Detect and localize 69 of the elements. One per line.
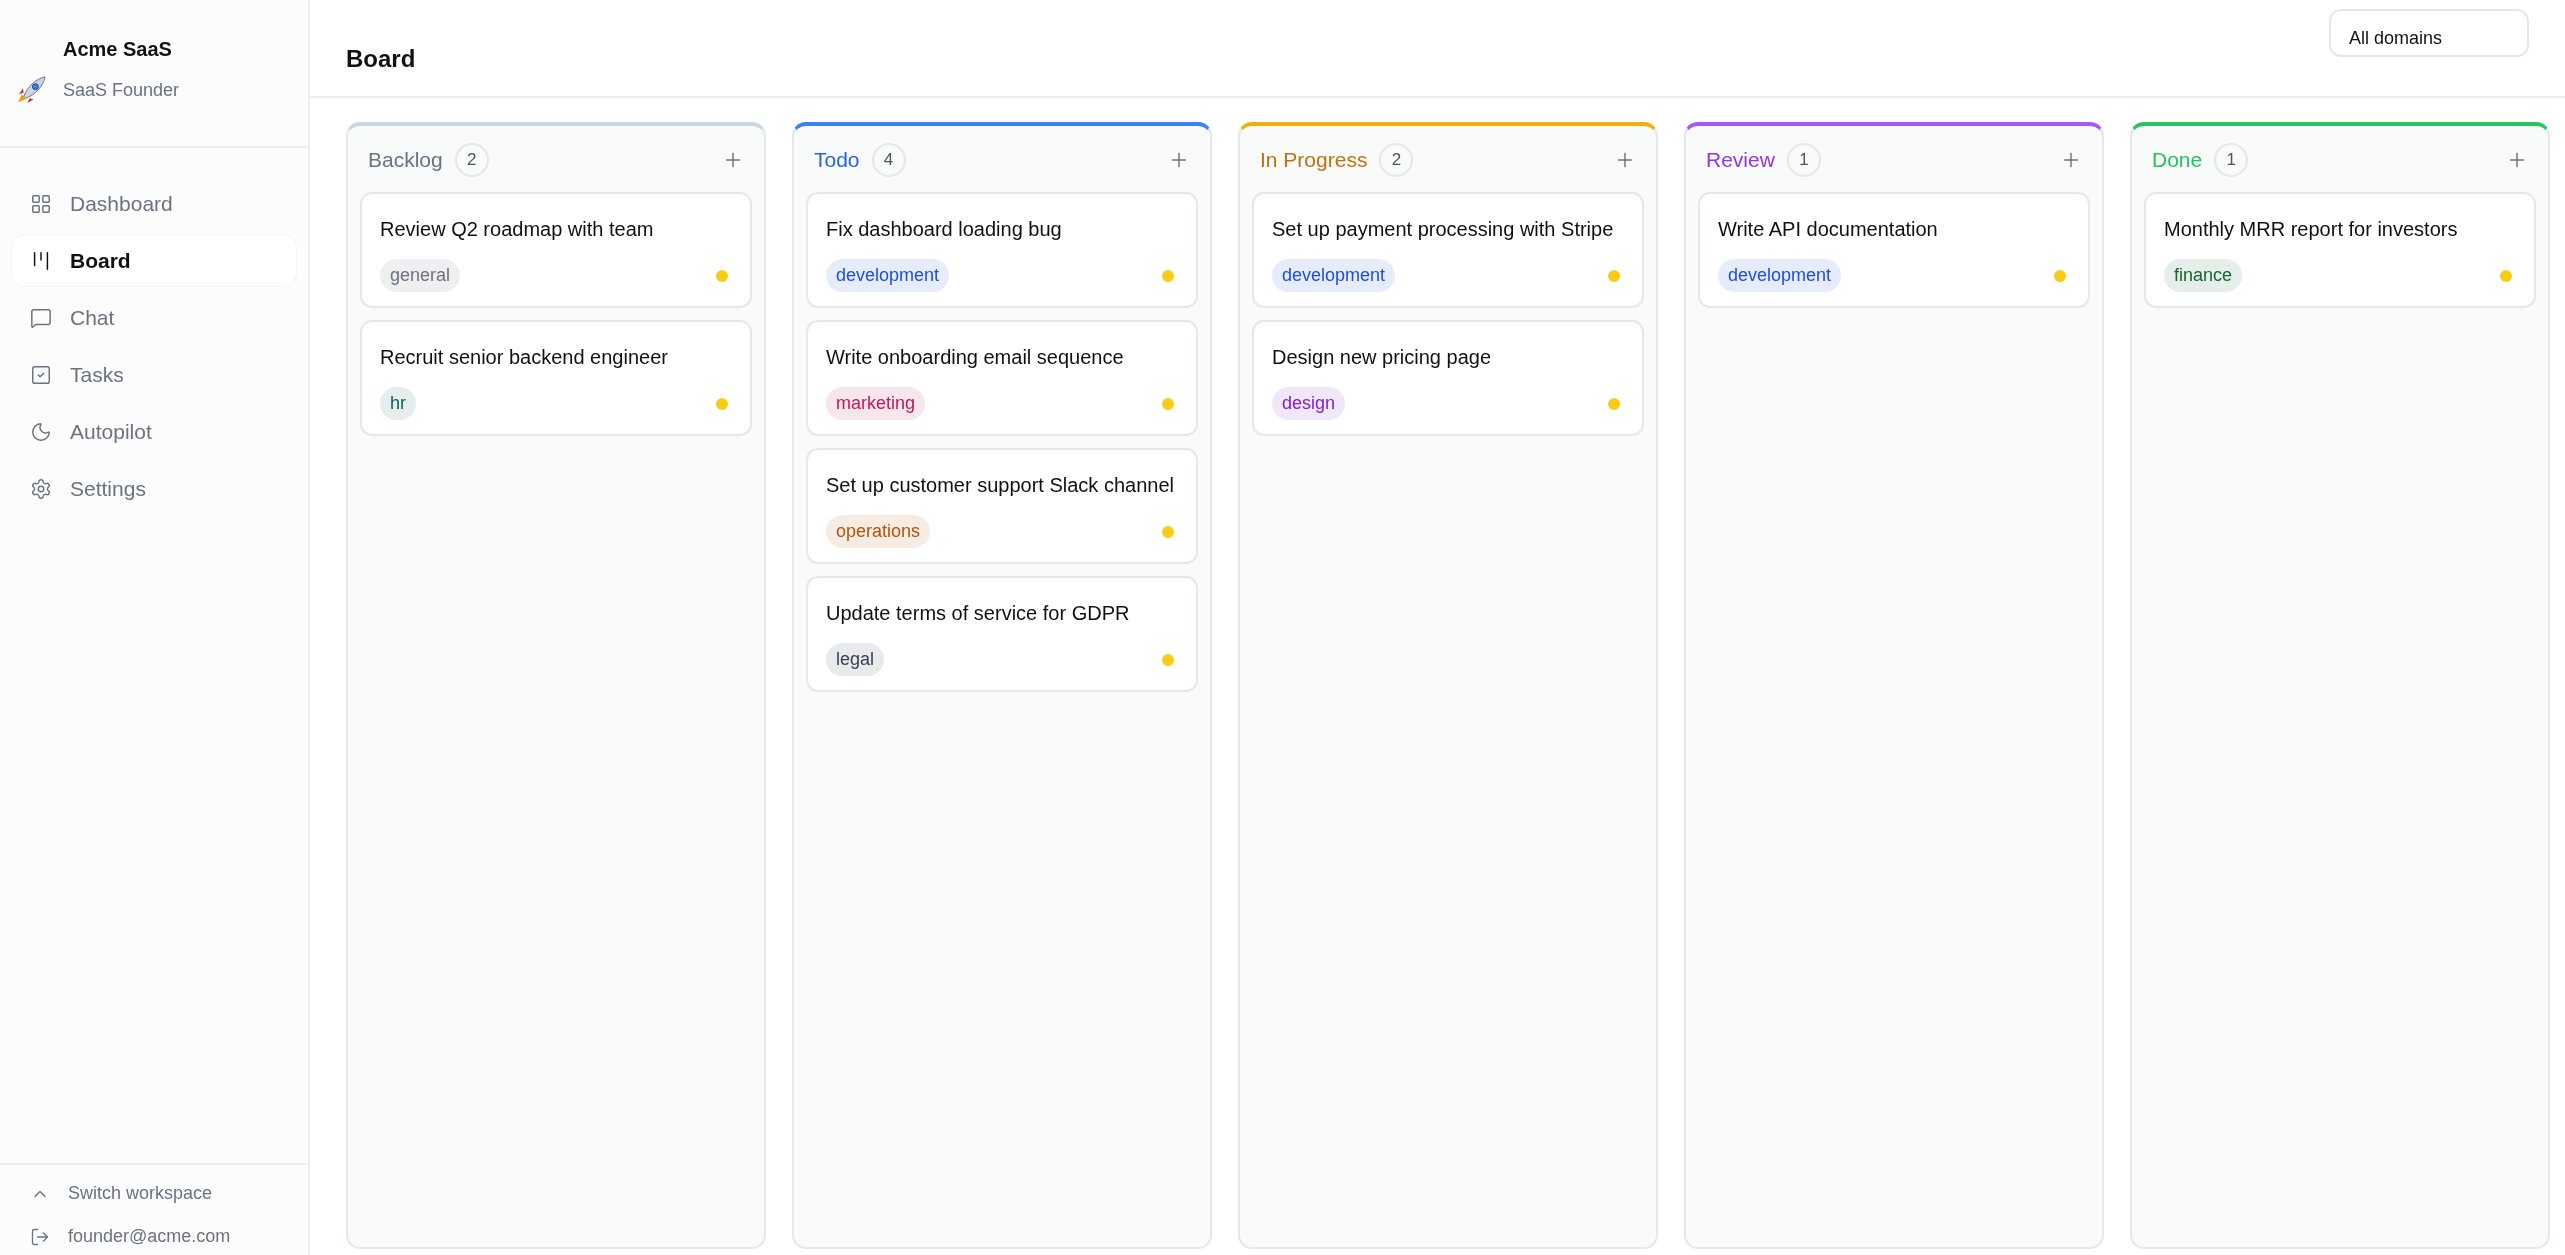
- dashboard-icon: [30, 192, 52, 215]
- nav-item[interactable]: Settings: [12, 463, 296, 514]
- card-title: Set up customer support Slack channel: [826, 473, 1175, 498]
- nav-item[interactable]: Board: [12, 235, 296, 286]
- task-card[interactable]: Set up customer support Slack channel operations: [806, 448, 1198, 564]
- card-title: Set up payment processing with Stripe: [1272, 217, 1615, 242]
- logout-icon: [30, 1226, 50, 1247]
- domain-tag: general: [380, 259, 461, 292]
- domain-select[interactable]: All domains: [2329, 9, 2529, 57]
- task-card[interactable]: Set up payment processing with Stripe development: [1252, 192, 1644, 308]
- card-title: Review Q2 roadmap with team: [380, 217, 655, 242]
- card-title: Fix dashboard loading bug: [826, 217, 1063, 242]
- task-card[interactable]: Review Q2 roadmap with team general: [360, 192, 752, 308]
- domain-tag: hr: [380, 387, 416, 420]
- card-count: 1: [1786, 143, 1821, 177]
- domain-tag: development: [826, 259, 950, 292]
- switch-workspace-link[interactable]: Switch workspace: [30, 1183, 278, 1204]
- card-count: 1: [2214, 143, 2249, 177]
- card-title: Monthly MRR report for investors: [2164, 217, 2459, 242]
- card-title: Design new pricing page: [1272, 345, 1493, 370]
- workspace-name: Acme SaaS: [62, 38, 173, 61]
- domain-tag: legal: [826, 643, 885, 676]
- domain-tag: development: [1718, 259, 1842, 292]
- priority-dot: [716, 397, 728, 410]
- card-count: 2: [454, 143, 489, 177]
- domain-tag: development: [1272, 259, 1396, 292]
- page-title: Board: [346, 45, 416, 73]
- priority-dot: [1162, 269, 1174, 282]
- column-title: Todo: [814, 148, 860, 172]
- workspace-role: SaaS Founder: [63, 80, 180, 101]
- priority-dot: [1608, 397, 1620, 410]
- domain-tag: design: [1272, 387, 1346, 420]
- priority-dot: [2500, 269, 2512, 282]
- domain-tag: finance: [2164, 259, 2243, 292]
- logout-link[interactable]: founder@acme.com: [30, 1226, 278, 1247]
- nav-item[interactable]: Chat: [12, 292, 296, 343]
- nav-item[interactable]: Tasks: [12, 349, 296, 400]
- card-count: 4: [871, 143, 906, 177]
- column-title: Done: [2152, 148, 2203, 172]
- card-title: Recruit senior backend engineer: [380, 345, 669, 370]
- priority-dot: [1162, 653, 1174, 666]
- task-card[interactable]: Update terms of service for GDPR legal: [806, 576, 1198, 692]
- checkbox-icon: [30, 363, 52, 386]
- domain-tag: marketing: [826, 387, 926, 420]
- priority-dot: [2054, 269, 2066, 282]
- column-title: Review: [1706, 148, 1775, 172]
- task-card[interactable]: Monthly MRR report for investors finance: [2144, 192, 2536, 308]
- priority-dot: [1608, 269, 1620, 282]
- task-card[interactable]: Design new pricing page design: [1252, 320, 1644, 436]
- priority-dot: [1162, 397, 1174, 410]
- priority-dot: [716, 269, 728, 282]
- nav-item[interactable]: Autopilot: [12, 406, 296, 457]
- task-card[interactable]: Write API documentation development: [1698, 192, 2090, 308]
- settings-icon: [30, 477, 52, 500]
- chat-icon: [30, 306, 52, 329]
- task-card[interactable]: Fix dashboard loading bug development: [806, 192, 1198, 308]
- moon-icon: [30, 420, 52, 443]
- task-card[interactable]: Recruit senior backend engineer hr: [360, 320, 752, 436]
- card-count: 2: [1379, 143, 1414, 177]
- domain-tag: operations: [826, 515, 931, 548]
- column-title: In Progress: [1260, 148, 1368, 172]
- nav-item[interactable]: Dashboard: [12, 178, 296, 229]
- card-title: Write onboarding email sequence: [826, 345, 1125, 370]
- column-title: Backlog: [368, 148, 443, 172]
- card-title: Write API documentation: [1718, 217, 1939, 242]
- rocket-icon: [16, 75, 47, 106]
- card-title: Update terms of service for GDPR: [826, 601, 1131, 626]
- task-card[interactable]: Write onboarding email sequence marketing: [806, 320, 1198, 436]
- priority-dot: [1162, 525, 1174, 538]
